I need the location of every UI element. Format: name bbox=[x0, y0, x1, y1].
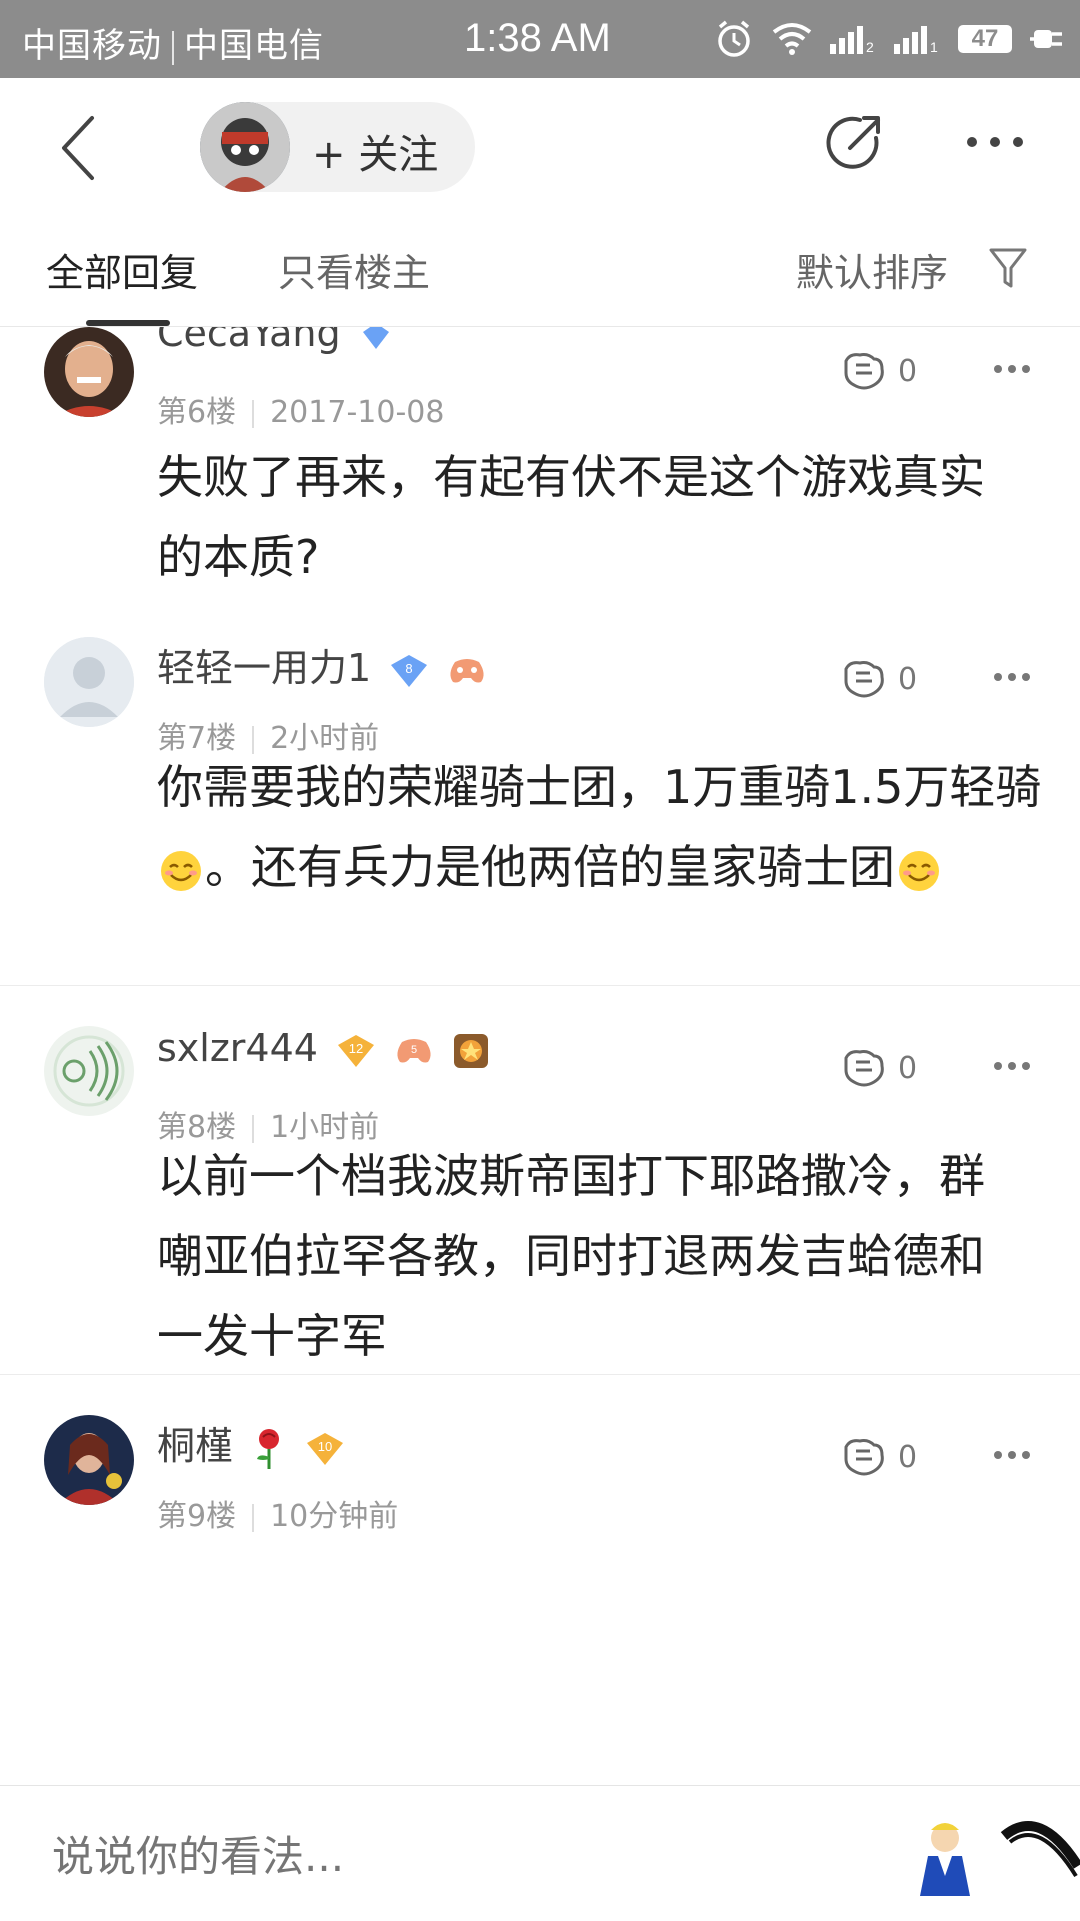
charging-plug-icon bbox=[1030, 30, 1062, 48]
top-nav: + 关注 bbox=[0, 78, 1080, 210]
like-count: 0 bbox=[898, 1050, 918, 1086]
username[interactable]: CecaYang bbox=[157, 327, 393, 355]
share-icon[interactable] bbox=[820, 108, 890, 178]
follow-button[interactable]: + 关注 bbox=[200, 102, 475, 192]
username[interactable]: sxlzr444 12 5 bbox=[157, 1026, 490, 1070]
svg-text:5: 5 bbox=[411, 1044, 417, 1056]
tab-op-only[interactable]: 只看楼主 bbox=[278, 242, 430, 297]
list-item: 桐槿 10 第9楼 10分钟前 0 bbox=[0, 1375, 1080, 1785]
post-more-icon[interactable] bbox=[992, 1449, 1032, 1461]
svg-text:8: 8 bbox=[406, 661, 413, 676]
smile-emoji-icon bbox=[899, 850, 939, 891]
like-fist-icon bbox=[844, 1439, 884, 1476]
like-button[interactable]: 0 bbox=[840, 659, 917, 699]
avatar[interactable] bbox=[44, 637, 134, 727]
post-content: 你需要我的荣耀骑士团，1万重骑1.5万轻骑 。还有兵力是他两倍的皇家骑士团 bbox=[157, 760, 1042, 894]
filter-icon[interactable] bbox=[988, 246, 1028, 290]
svg-text:10: 10 bbox=[318, 1439, 332, 1454]
battery-level: 47 bbox=[958, 25, 1012, 53]
post-content: 以前一个档我波斯帝国打下耶路撒冷，群嘲亚伯拉罕各教，同时打退两发吉蛤德和一发十字… bbox=[157, 1149, 985, 1363]
reply-tabs: 全部回复 只看楼主 默认排序 bbox=[0, 210, 1080, 327]
like-count: 0 bbox=[898, 661, 918, 697]
status-bar: 中国移动 中国电信 1:38 AM 2 1 47 bbox=[0, 0, 1080, 78]
carrier-2: 中国电信 bbox=[184, 26, 324, 66]
post-meta: 第6楼 2017-10-08 bbox=[157, 387, 444, 431]
like-count: 0 bbox=[898, 353, 918, 389]
level-badge: 8 bbox=[389, 653, 429, 689]
like-fist-icon bbox=[844, 661, 884, 698]
post-meta: 第9楼 10分钟前 bbox=[157, 1491, 398, 1535]
rose-icon bbox=[257, 1428, 280, 1469]
post-more-icon[interactable] bbox=[992, 671, 1032, 683]
list-item: 轻轻一用力1 8 第7楼 2小时前 0 你需要我的荣耀骑士团，1万重骑1.5万轻… bbox=[0, 597, 1080, 986]
signal-2-icon: 2 bbox=[830, 26, 874, 54]
like-count: 0 bbox=[898, 1439, 918, 1475]
active-tab-indicator bbox=[86, 320, 170, 326]
comment-input[interactable] bbox=[50, 1830, 754, 1882]
verified-badge-icon bbox=[362, 327, 389, 349]
svg-text:1: 1 bbox=[930, 39, 938, 54]
list-item: sxlzr444 12 5 第8楼 1小时前 0 以前一个档我波斯帝国打下耶路撒… bbox=[0, 986, 1080, 1375]
reply-list: CecaYang 第6楼 2017-10-08 0 失败了再来，有起有伏不是这个游… bbox=[0, 327, 1080, 1785]
game-controller-icon bbox=[450, 658, 484, 682]
avatar[interactable] bbox=[44, 1415, 134, 1505]
level-badge: 12 bbox=[338, 1034, 375, 1067]
like-button[interactable]: 0 bbox=[840, 351, 917, 391]
floor-number: 第6楼 bbox=[157, 395, 237, 430]
follow-label: + 关注 bbox=[312, 132, 439, 178]
author-avatar[interactable] bbox=[200, 102, 290, 192]
status-time: 1:38 AM bbox=[464, 16, 611, 60]
like-button[interactable]: 0 bbox=[840, 1048, 917, 1088]
status-icons: 2 1 47 bbox=[714, 14, 1066, 64]
like-fist-icon bbox=[844, 353, 884, 390]
username[interactable]: 桐槿 10 bbox=[157, 1415, 345, 1471]
post-content: 失败了再来，有起有伏不是这个游戏真实的本质? bbox=[157, 450, 985, 584]
like-fist-icon bbox=[844, 1050, 884, 1087]
smile-emoji-icon bbox=[161, 850, 201, 891]
comment-bar bbox=[0, 1785, 1080, 1921]
sticker-icon[interactable] bbox=[1000, 1806, 1080, 1906]
wifi-icon bbox=[772, 23, 812, 55]
level-badge: 10 bbox=[307, 1432, 344, 1465]
username[interactable]: 轻轻一用力1 8 bbox=[157, 637, 487, 692]
carrier-info: 中国移动 中国电信 bbox=[22, 18, 324, 67]
list-item: CecaYang 第6楼 2017-10-08 0 失败了再来，有起有伏不是这个游… bbox=[0, 327, 1080, 598]
post-time: 10分钟前 bbox=[270, 1499, 399, 1534]
alarm-icon bbox=[718, 20, 750, 57]
signal-1-icon: 1 bbox=[894, 26, 938, 54]
post-more-icon[interactable] bbox=[992, 1060, 1032, 1072]
back-icon[interactable] bbox=[52, 108, 112, 188]
carrier-1: 中国移动 bbox=[22, 26, 162, 66]
game-controller-icon: 5 bbox=[397, 1038, 431, 1062]
like-button[interactable]: 0 bbox=[840, 1437, 917, 1477]
avatar[interactable] bbox=[44, 1026, 134, 1116]
medal-icon bbox=[454, 1033, 489, 1068]
sticker-icon[interactable] bbox=[900, 1816, 990, 1896]
more-options-icon[interactable] bbox=[960, 122, 1030, 162]
avatar[interactable] bbox=[44, 327, 134, 417]
svg-text:2: 2 bbox=[866, 39, 874, 54]
post-time: 2017-10-08 bbox=[270, 395, 445, 430]
tab-all-replies[interactable]: 全部回复 bbox=[46, 242, 198, 297]
sort-dropdown[interactable]: 默认排序 bbox=[796, 242, 948, 297]
svg-text:12: 12 bbox=[349, 1041, 363, 1056]
post-more-icon[interactable] bbox=[992, 363, 1032, 375]
floor-number: 第9楼 bbox=[157, 1499, 237, 1534]
